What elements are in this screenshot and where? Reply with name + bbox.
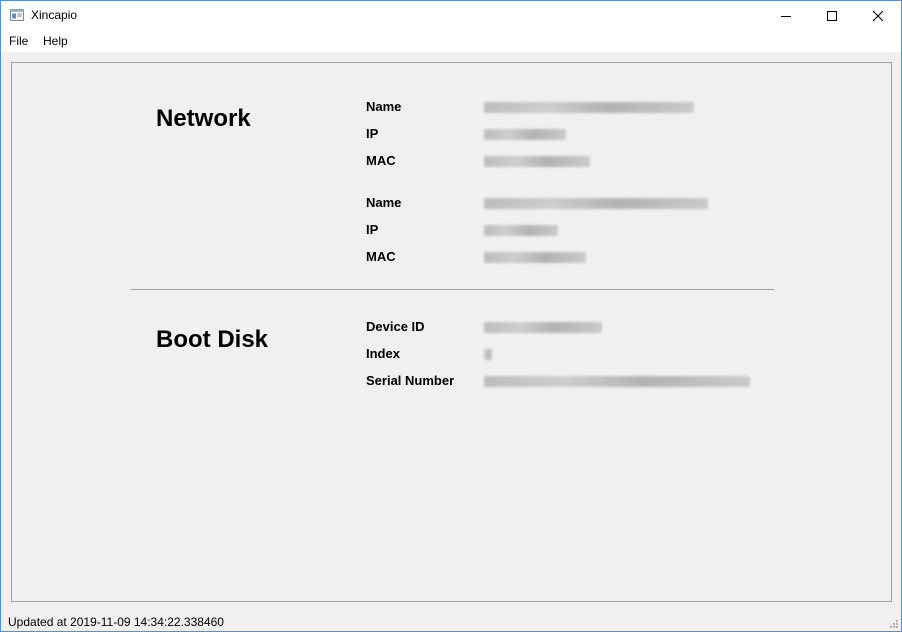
window-title: Xincapio (31, 8, 78, 22)
adapter-2-name-value (484, 198, 708, 209)
menu-bar: File Help (1, 31, 901, 52)
info-panel: Network Name IP MAC Name IP MAC Boot Dis… (11, 62, 892, 602)
adapter-1-mac-label: MAC (366, 153, 396, 168)
device-id-value (484, 322, 602, 333)
serial-number-label: Serial Number (366, 373, 455, 388)
adapter-2-ip-label: IP (366, 222, 379, 237)
boot-disk-section-title: Boot Disk (156, 326, 269, 353)
minimize-button[interactable] (763, 1, 809, 31)
window-app-icon (10, 9, 24, 21)
section-divider (131, 289, 774, 290)
menu-file[interactable]: File (9, 34, 28, 48)
index-label: Index (366, 346, 400, 361)
resize-grip-icon[interactable] (889, 619, 899, 629)
network-section-title: Network (156, 105, 251, 132)
minimize-icon (781, 16, 791, 17)
title-bar[interactable]: Xincapio (1, 1, 901, 31)
adapter-2-ip-value (484, 225, 558, 236)
adapter-1-name-label: Name (366, 99, 402, 114)
adapter-1-mac-value (484, 156, 590, 167)
close-button[interactable] (855, 1, 901, 31)
status-bar: Updated at 2019-11-09 14:34:22.338460 (1, 611, 901, 631)
adapter-1-name-value (484, 102, 694, 113)
adapter-2-name-label: Name (366, 195, 402, 210)
adapter-2-mac-label: MAC (366, 249, 396, 264)
device-id-label: Device ID (366, 319, 425, 334)
maximize-icon (827, 11, 837, 21)
app-window: Xincapio File Help Network Name IP MAC N… (0, 0, 902, 632)
adapter-1-ip-value (484, 129, 566, 140)
serial-number-value (484, 376, 750, 387)
menu-help[interactable]: Help (43, 34, 68, 48)
status-text: Updated at 2019-11-09 14:34:22.338460 (8, 615, 224, 629)
adapter-2-mac-value (484, 252, 586, 263)
index-value (484, 349, 492, 360)
adapter-1-ip-label: IP (366, 126, 379, 141)
close-icon (872, 10, 884, 22)
maximize-button[interactable] (809, 1, 855, 31)
